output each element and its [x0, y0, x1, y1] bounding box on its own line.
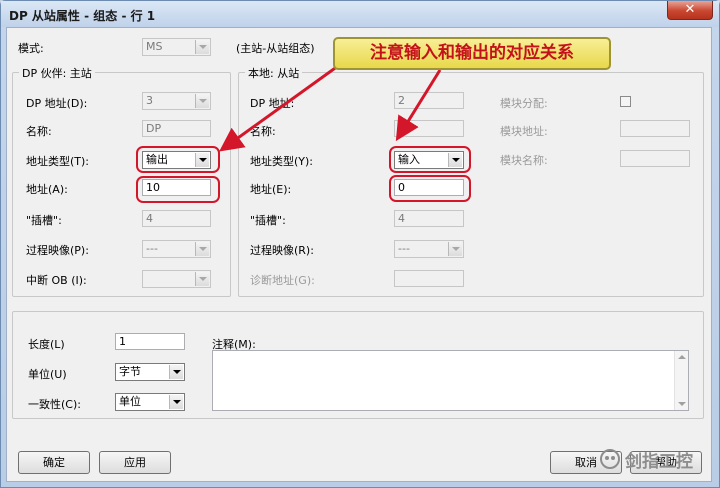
mode-note: (主站-从站组态): [236, 42, 315, 55]
comment-textarea[interactable]: [212, 350, 689, 411]
wechat-icon: [600, 449, 620, 469]
partner-name-field: DP: [142, 120, 211, 137]
module-address-label: 模块地址:: [500, 125, 548, 138]
title-bar[interactable]: DP 从站属性 - 组态 - 行 1 ✕: [1, 1, 719, 27]
local-process-image-value: ---: [398, 242, 410, 255]
chevron-down-icon[interactable]: [169, 365, 183, 379]
mode-label: 模式:: [18, 42, 44, 55]
scroll-up-icon[interactable]: [678, 355, 686, 359]
module-assign-label: 模块分配:: [500, 97, 548, 110]
comment-scrollbar[interactable]: [674, 351, 688, 410]
annotation-callout: 注意输入和输出的对应关系: [333, 37, 611, 70]
chevron-down-icon: [448, 242, 462, 256]
partner-address-label: 地址(A):: [26, 183, 68, 196]
partner-process-image-label: 过程映像(P):: [26, 244, 89, 257]
partner-interrupt-ob-combo: [142, 270, 211, 288]
partner-dp-address-value: 3: [146, 94, 153, 107]
close-button[interactable]: ✕: [667, 1, 713, 20]
highlight-local-address: [389, 175, 471, 202]
local-slot-label: "插槽":: [250, 214, 286, 227]
partner-slot-field: 4: [142, 210, 211, 227]
module-assign-checkbox[interactable]: [620, 96, 631, 107]
ok-button[interactable]: 确定: [18, 451, 90, 474]
highlight-partner-address-type: [136, 146, 220, 173]
local-name-label: 名称:: [250, 125, 276, 138]
chevron-down-icon[interactable]: [169, 395, 183, 409]
unit-value: 字节: [119, 365, 141, 378]
partner-name-label: 名称:: [26, 125, 52, 138]
unit-select[interactable]: 字节: [115, 363, 185, 381]
partner-process-image-value: ---: [146, 242, 158, 255]
chevron-down-icon: [195, 272, 209, 286]
scroll-down-icon[interactable]: [678, 402, 686, 406]
highlight-partner-address: [136, 176, 220, 203]
unit-label: 单位(U): [28, 368, 67, 381]
chevron-down-icon: [195, 40, 209, 54]
local-process-image-label: 过程映像(R):: [250, 244, 314, 257]
mode-combo: MS: [142, 38, 211, 56]
consistency-label: 一致性(C):: [28, 398, 81, 411]
module-name-label: 模块名称:: [500, 154, 548, 167]
length-input[interactable]: 1: [115, 333, 185, 350]
partner-dp-address-combo: 3: [142, 92, 211, 110]
partner-address-type-label: 地址类型(T):: [26, 155, 90, 168]
watermark-text: 剑指工控: [625, 452, 693, 472]
local-process-image-combo: ---: [394, 240, 464, 258]
local-address-label: 地址(E):: [250, 183, 292, 196]
length-label: 长度(L): [28, 338, 65, 351]
chevron-down-icon: [195, 242, 209, 256]
partner-slot-label: "插槽":: [26, 214, 62, 227]
local-dp-address-label: DP 地址:: [250, 97, 295, 110]
local-name-field: 2: [394, 120, 464, 137]
mode-value: MS: [146, 40, 163, 53]
partner-dp-address-label: DP 地址(D):: [26, 97, 88, 110]
local-dp-address-field: 2: [394, 92, 464, 109]
partner-process-image-combo: ---: [142, 240, 211, 258]
consistency-select[interactable]: 单位: [115, 393, 185, 411]
module-address-field: [620, 120, 690, 137]
close-icon: ✕: [684, 2, 696, 17]
window-title: DP 从站属性 - 组态 - 行 1: [9, 9, 156, 23]
local-diag-address-field: [394, 270, 464, 287]
local-group: 本地: 从站: [238, 65, 704, 297]
apply-button[interactable]: 应用: [99, 451, 171, 474]
partner-interrupt-ob-label: 中断 OB (I):: [26, 274, 87, 287]
dp-partner-group-title: DP 伙伴: 主站: [19, 65, 95, 81]
local-address-type-label: 地址类型(Y):: [250, 155, 314, 168]
module-name-field: [620, 150, 690, 167]
local-group-title: 本地: 从站: [245, 65, 303, 81]
highlight-local-address-type: [389, 146, 471, 173]
local-diag-address-label: 诊断地址(G):: [250, 274, 315, 287]
consistency-value: 单位: [119, 395, 141, 408]
chevron-down-icon: [195, 94, 209, 108]
local-slot-field: 4: [394, 210, 464, 227]
